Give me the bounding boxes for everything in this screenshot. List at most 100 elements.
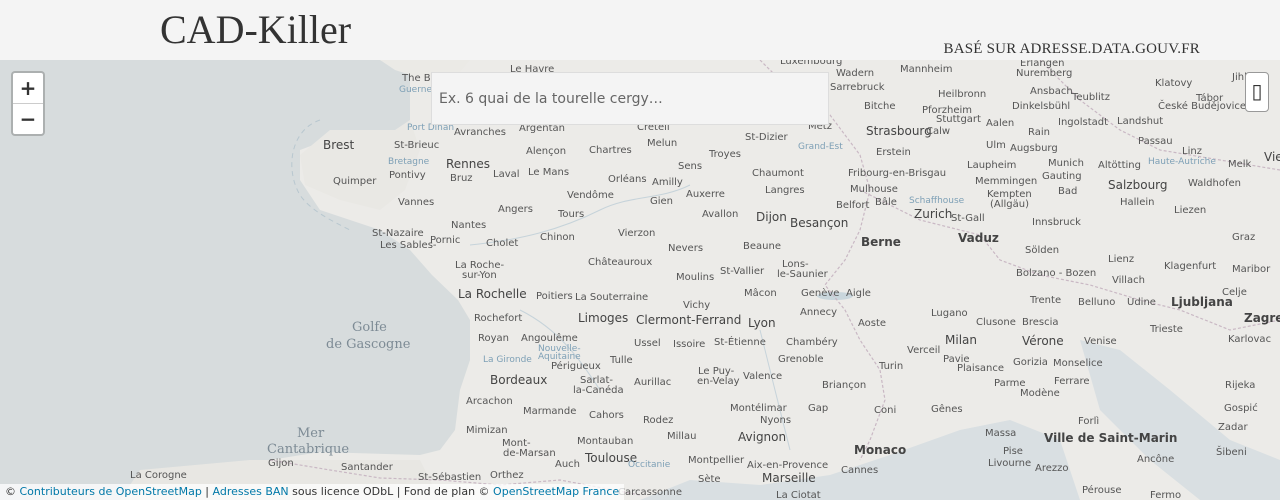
svg-text:Verceil: Verceil <box>907 345 940 356</box>
svg-text:Vie: Vie <box>1264 150 1280 164</box>
svg-text:Vérone: Vérone <box>1022 334 1064 348</box>
svg-text:Clusone: Clusone <box>976 317 1016 328</box>
svg-text:Mulhouse: Mulhouse <box>850 184 898 195</box>
svg-text:Modène: Modène <box>1020 387 1060 399</box>
svg-text:Arcachon: Arcachon <box>466 396 513 407</box>
svg-text:Haute-Autriche: Haute-Autriche <box>1148 157 1216 167</box>
svg-text:Luxembourg: Luxembourg <box>780 60 842 67</box>
svg-text:St-Dizier: St-Dizier <box>745 132 789 143</box>
source-link[interactable]: BASÉ SUR ADRESSE.DATA.GOUV.FR <box>944 41 1200 58</box>
svg-text:Liezen: Liezen <box>1174 205 1206 216</box>
svg-text:Aix-en-Provence: Aix-en-Provence <box>747 460 828 471</box>
svg-text:Nantes: Nantes <box>451 220 486 231</box>
svg-text:Clermont-Ferrand: Clermont-Ferrand <box>636 313 741 327</box>
svg-text:Montpellier: Montpellier <box>688 455 745 466</box>
license-text: sous licence ODbL | Fond de plan © <box>288 485 494 498</box>
svg-text:Ulm: Ulm <box>986 140 1006 151</box>
svg-text:Coni: Coni <box>874 405 896 416</box>
svg-text:Limoges: Limoges <box>578 311 628 325</box>
svg-text:Klagenfurt: Klagenfurt <box>1164 261 1216 272</box>
address-search-input[interactable] <box>432 73 828 124</box>
svg-text:Cahors: Cahors <box>589 410 624 421</box>
svg-text:de-Marsan: de-Marsan <box>503 448 556 459</box>
svg-text:Mannheim: Mannheim <box>900 64 952 75</box>
svg-text:Udine: Udine <box>1127 297 1156 308</box>
svg-text:Chambéry: Chambéry <box>786 336 838 348</box>
svg-text:Langres: Langres <box>765 185 805 196</box>
svg-text:Angers: Angers <box>498 204 533 215</box>
svg-text:Rochefort: Rochefort <box>474 313 522 324</box>
svg-text:Chinon: Chinon <box>540 232 575 243</box>
svg-text:Vendôme: Vendôme <box>567 189 614 201</box>
svg-text:Bruz: Bruz <box>450 173 473 184</box>
svg-text:Tulle: Tulle <box>609 355 633 366</box>
svg-text:Ancône: Ancône <box>1137 453 1174 465</box>
svg-text:Zurich: Zurich <box>914 207 952 221</box>
osm-contributors-link[interactable]: Contributeurs de OpenStreetMap <box>20 485 202 498</box>
svg-text:Venise: Venise <box>1084 336 1117 347</box>
svg-text:Quimper: Quimper <box>333 176 377 187</box>
svg-text:Lugano: Lugano <box>931 308 968 319</box>
svg-text:St-Étienne: St-Étienne <box>714 335 766 348</box>
svg-text:Bitche: Bitche <box>864 101 896 112</box>
svg-text:Besançon: Besançon <box>790 216 848 230</box>
osm-france-link[interactable]: OpenStreetMap France <box>493 485 619 498</box>
svg-text:Berne: Berne <box>861 235 901 249</box>
svg-text:Laval: Laval <box>493 169 520 180</box>
attribution-separator: | <box>201 485 213 498</box>
zoom-in-button[interactable]: + <box>13 73 43 103</box>
svg-text:la-Canéda: la-Canéda <box>573 384 624 396</box>
svg-text:St-Vallier: St-Vallier <box>720 266 765 277</box>
svg-text:Plaisance: Plaisance <box>957 363 1004 374</box>
zoom-out-button[interactable]: − <box>13 103 43 134</box>
svg-text:Munich: Munich <box>1048 158 1084 169</box>
svg-text:(Allgäu): (Allgäu) <box>990 199 1029 210</box>
svg-text:Arezzo: Arezzo <box>1035 463 1069 474</box>
svg-text:Chaumont: Chaumont <box>752 168 804 179</box>
svg-text:St-Gall: St-Gall <box>951 213 985 224</box>
svg-text:Nyons: Nyons <box>760 415 791 426</box>
svg-text:Zagre: Zagre <box>1244 311 1280 325</box>
svg-text:Rodez: Rodez <box>643 415 673 426</box>
svg-text:Mer: Mer <box>297 426 325 441</box>
svg-text:Belfort: Belfort <box>836 200 870 211</box>
svg-text:La Rochelle: La Rochelle <box>458 287 527 301</box>
svg-text:Livourne: Livourne <box>988 458 1031 469</box>
svg-text:Issoire: Issoire <box>673 339 705 350</box>
svg-text:La Gironde: La Gironde <box>483 355 532 365</box>
svg-text:Orthez: Orthez <box>490 470 524 481</box>
svg-text:en-Velay: en-Velay <box>697 376 740 387</box>
svg-text:Périgueux: Périgueux <box>551 360 601 372</box>
header: CAD-Killer BASÉ SUR ADRESSE.DATA.GOUV.FR <box>0 0 1280 60</box>
svg-text:Golfe: Golfe <box>352 320 387 335</box>
menu-icon[interactable]: ▯ <box>1245 72 1269 112</box>
svg-text:Valence: Valence <box>743 371 782 382</box>
ban-link[interactable]: Adresses BAN <box>213 485 289 498</box>
svg-text:Nuremberg: Nuremberg <box>1016 68 1072 79</box>
svg-text:Grand-Est: Grand-Est <box>798 142 843 152</box>
svg-text:Royan: Royan <box>478 333 509 344</box>
svg-text:Fermo: Fermo <box>1150 490 1181 500</box>
svg-text:Amilly: Amilly <box>652 177 683 188</box>
svg-text:Linz: Linz <box>1182 146 1202 157</box>
svg-text:Nevers: Nevers <box>668 243 703 254</box>
svg-text:Melun: Melun <box>647 138 677 149</box>
svg-text:Karlovac: Karlovac <box>1228 334 1271 345</box>
app-title: CAD-Killer <box>160 7 352 52</box>
svg-text:Trente: Trente <box>1029 295 1061 306</box>
svg-text:Montélimar: Montélimar <box>730 402 788 414</box>
svg-text:Massa: Massa <box>985 428 1016 439</box>
svg-text:Avignon: Avignon <box>738 430 786 444</box>
svg-text:Augsburg: Augsburg <box>1010 143 1058 154</box>
map-view[interactable]: Luxembourg Wadern Mannheim Erlangen Nure… <box>0 60 1280 500</box>
svg-text:Turin: Turin <box>878 361 903 372</box>
svg-text:Cholet: Cholet <box>486 238 518 249</box>
svg-text:Gauting: Gauting <box>1042 171 1082 182</box>
svg-text:Orléans: Orléans <box>608 173 647 185</box>
svg-text:Heilbronn: Heilbronn <box>938 89 986 100</box>
svg-text:Melk: Melk <box>1228 159 1252 170</box>
svg-text:Beaune: Beaune <box>743 241 781 252</box>
svg-text:St-Brieuc: St-Brieuc <box>394 140 439 151</box>
svg-text:Millau: Millau <box>667 431 696 442</box>
svg-text:Vannes: Vannes <box>398 197 434 208</box>
